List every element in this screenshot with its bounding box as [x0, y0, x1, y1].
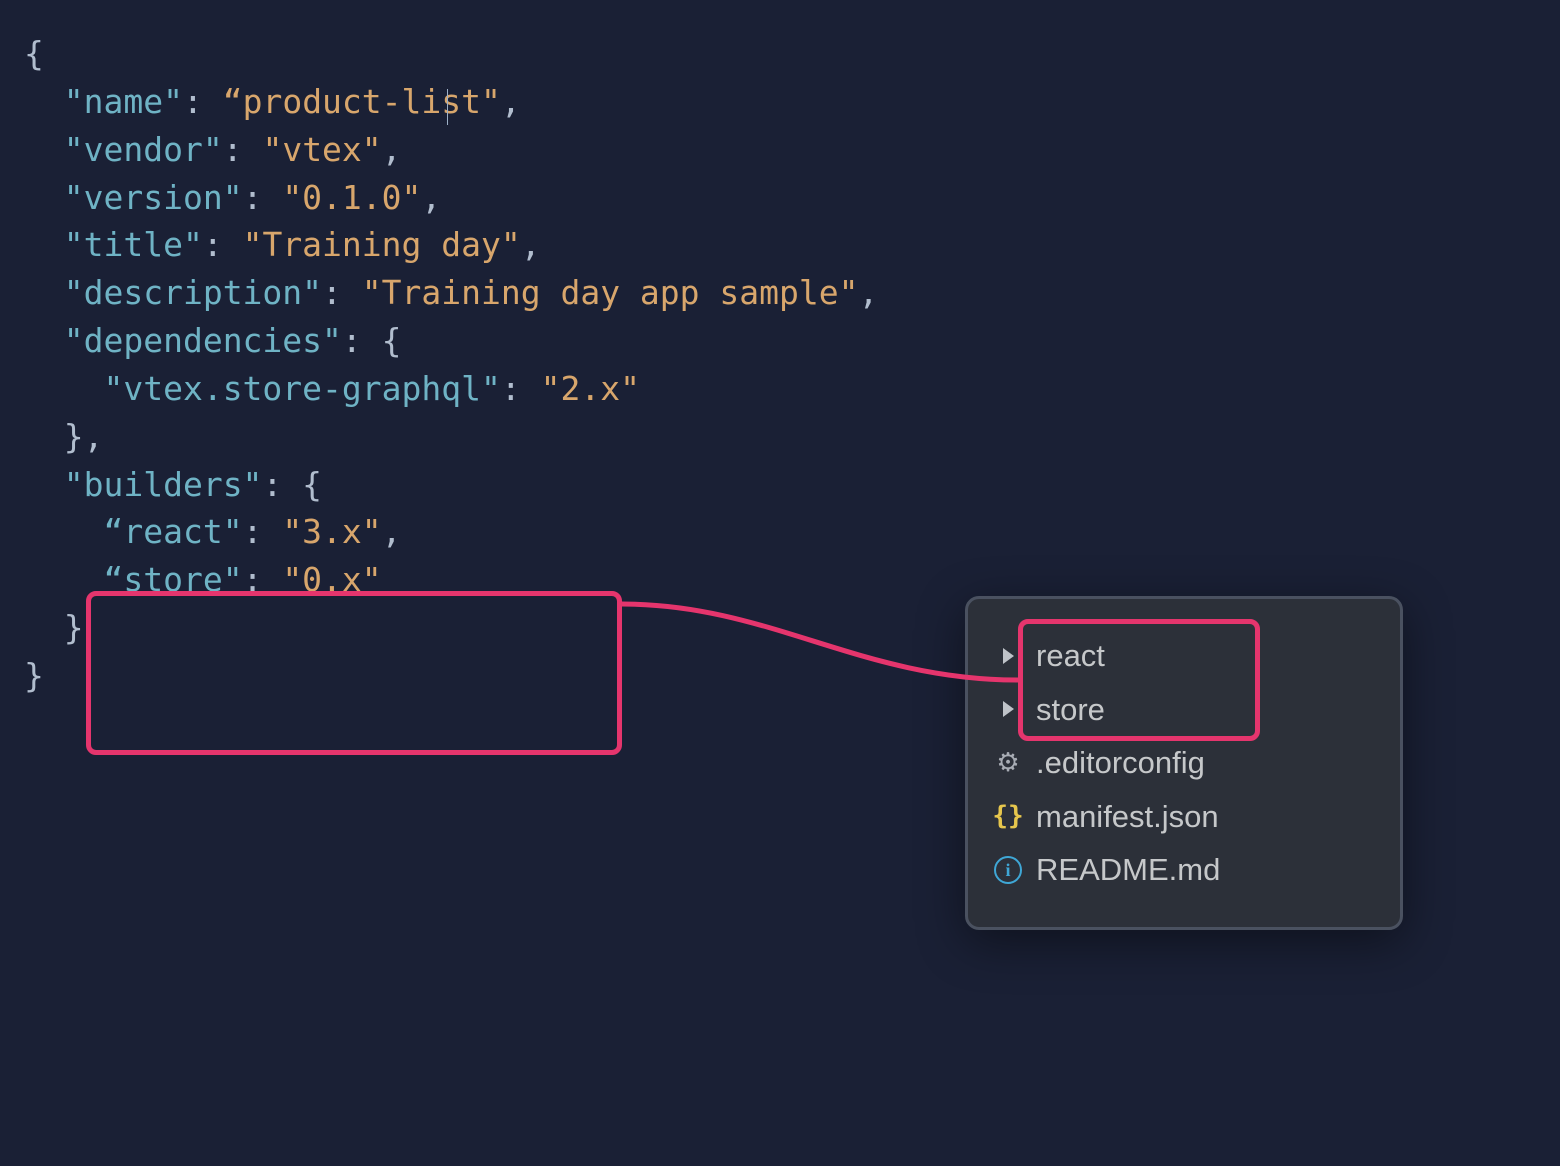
json-val-react: "3.x": [282, 512, 381, 551]
json-val-dep-storegraphql: "2.x": [541, 369, 640, 408]
json-key-dep-storegraphql: "vtex.store-graphql": [103, 369, 500, 408]
json-key-react: “react": [103, 512, 242, 551]
json-braces-icon: {}: [994, 796, 1022, 838]
json-key-title: "title": [64, 225, 203, 264]
json-key-builders: "builders": [64, 465, 263, 504]
json-key-vendor: "vendor": [64, 130, 223, 169]
gear-icon: ⚙: [994, 742, 1022, 784]
json-key-store: “store": [103, 560, 242, 599]
file-editorconfig[interactable]: ⚙ .editorconfig: [994, 736, 1374, 790]
chevron-right-icon: [994, 648, 1022, 664]
file-label: .editorconfig: [1036, 738, 1205, 788]
file-readme-md[interactable]: i README.md: [994, 843, 1374, 897]
folder-store[interactable]: store: [994, 683, 1374, 737]
json-key-version: "version": [64, 178, 243, 217]
file-label: manifest.json: [1036, 792, 1219, 842]
info-icon: i: [994, 856, 1022, 884]
file-manifest-json[interactable]: {} manifest.json: [994, 790, 1374, 844]
chevron-right-icon: [994, 701, 1022, 717]
json-val-description: "Training day app sample": [362, 273, 859, 312]
json-key-dependencies: "dependencies": [64, 321, 342, 360]
folder-react[interactable]: react: [994, 629, 1374, 683]
json-val-name: “product-list": [223, 82, 501, 121]
file-label: README.md: [1036, 845, 1220, 895]
file-explorer-pane: react store ⚙ .editorconfig {} manifest.…: [965, 596, 1403, 930]
json-val-title: "Training day": [243, 225, 521, 264]
json-val-store: "0.x": [282, 560, 381, 599]
folder-label: store: [1036, 685, 1105, 735]
text-cursor: [447, 89, 448, 125]
json-key-name: "name": [64, 82, 183, 121]
folder-label: react: [1036, 631, 1105, 681]
json-val-vendor: "vtex": [262, 130, 381, 169]
json-key-description: "description": [64, 273, 322, 312]
json-val-version: "0.1.0": [282, 178, 421, 217]
